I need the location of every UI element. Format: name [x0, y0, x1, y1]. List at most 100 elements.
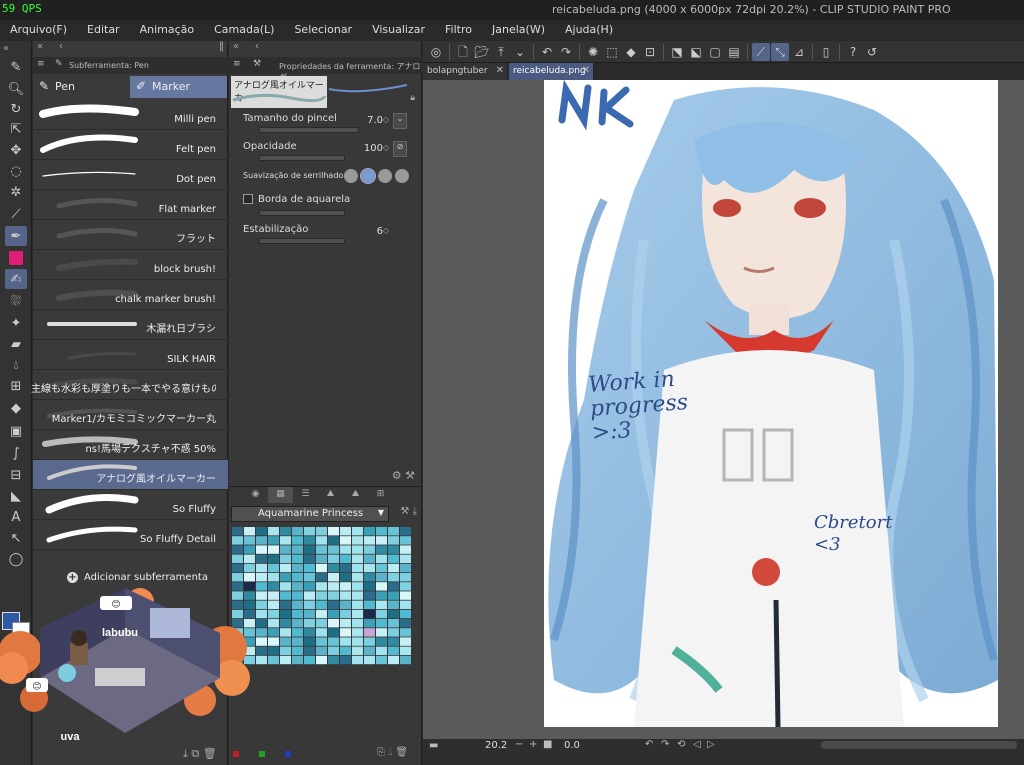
- flip-vertical-icon[interactable]: ▷: [707, 739, 715, 750]
- reset-rotation-icon[interactable]: ⟲: [677, 739, 685, 750]
- color-swatch[interactable]: [292, 655, 303, 665]
- close-icon[interactable]: ✕: [496, 65, 504, 76]
- color-swatch[interactable]: [400, 536, 411, 545]
- color-swatch[interactable]: [328, 563, 339, 573]
- color-swatch[interactable]: [328, 573, 339, 582]
- color-swatch[interactable]: [256, 545, 267, 554]
- color-swatch[interactable]: [352, 619, 363, 628]
- color-swatch[interactable]: [328, 609, 339, 619]
- collapse-icon[interactable]: «: [3, 43, 9, 54]
- menu-file[interactable]: Arquivo(F): [0, 20, 77, 41]
- menu-select[interactable]: Selecionar: [284, 20, 362, 41]
- color-swatch[interactable]: [292, 646, 303, 655]
- smoothing-none-option[interactable]: [344, 169, 358, 183]
- download-icon[interactable]: ⤓: [413, 506, 417, 517]
- color-swatch[interactable]: [376, 609, 387, 619]
- drawing-canvas[interactable]: Work in progress >:3 Cbretort <3: [544, 80, 998, 727]
- color-swatch[interactable]: [388, 646, 399, 655]
- back-icon[interactable]: ‹: [59, 41, 63, 52]
- new-icon[interactable]: ⎘: [377, 747, 385, 758]
- color-swatch[interactable]: [364, 600, 375, 609]
- color-swatch[interactable]: [256, 536, 267, 545]
- spinner-icon[interactable]: ◇: [383, 115, 389, 124]
- color-swatch[interactable]: [352, 536, 363, 545]
- color-swatch[interactable]: [376, 554, 387, 563]
- color-swatch[interactable]: [328, 591, 339, 600]
- color-swatch[interactable]: [304, 655, 315, 665]
- undo-icon[interactable]: ↶: [538, 43, 556, 61]
- color-swatch[interactable]: [340, 655, 351, 665]
- color-swatch[interactable]: [328, 600, 339, 609]
- group-marker[interactable]: ✐ Marker: [130, 76, 227, 98]
- color-swatch[interactable]: [340, 600, 351, 609]
- color-swatch[interactable]: [268, 563, 279, 573]
- color-swatch[interactable]: [376, 619, 387, 628]
- color-swatch[interactable]: [304, 600, 315, 609]
- color-swatch[interactable]: [316, 628, 327, 637]
- clear-icon[interactable]: ⬚: [603, 43, 621, 61]
- color-swatch[interactable]: [268, 582, 279, 591]
- color-swatch[interactable]: [352, 655, 363, 665]
- color-swatch[interactable]: [352, 591, 363, 600]
- color-swatch[interactable]: [388, 637, 399, 646]
- color-swatch[interactable]: [232, 563, 243, 573]
- color-swatch[interactable]: [268, 655, 279, 665]
- fill-tool-icon[interactable]: ⊞: [5, 376, 27, 396]
- color-swatch[interactable]: [256, 554, 267, 563]
- color-swatch[interactable]: [388, 655, 399, 665]
- color-swatch[interactable]: [232, 545, 243, 554]
- brush-item[interactable]: So Fluffy: [33, 490, 228, 520]
- color-swatch[interactable]: [376, 545, 387, 554]
- stabilization-slider[interactable]: [259, 238, 345, 244]
- color-swatch[interactable]: [340, 628, 351, 637]
- color-swatch[interactable]: [340, 536, 351, 545]
- text-tool-icon[interactable]: A: [5, 507, 27, 527]
- move-layer-tool-icon[interactable]: ✥: [5, 140, 27, 160]
- opacity-value[interactable]: 100: [364, 143, 383, 154]
- color-swatch[interactable]: [268, 600, 279, 609]
- color-swatch[interactable]: [352, 573, 363, 582]
- color-swatch[interactable]: [400, 591, 411, 600]
- color-swatch[interactable]: [340, 545, 351, 554]
- snap-icon[interactable]: ▤: [725, 43, 743, 61]
- color-swatch[interactable]: [280, 619, 291, 628]
- zoom-slider-icon[interactable]: ▬: [429, 740, 438, 751]
- brush-item[interactable]: アナログ風オイルマーカー: [33, 460, 228, 490]
- brush-item[interactable]: 主線も水彩も厚塗りも一本でやる意けものブ: [31, 370, 228, 400]
- color-swatch[interactable]: [292, 573, 303, 582]
- new-file-icon[interactable]: 🗋︎: [454, 43, 472, 61]
- color-swatch[interactable]: [340, 527, 351, 536]
- brush-item[interactable]: Flat marker: [33, 190, 228, 220]
- trash-icon[interactable]: 🗑︎: [395, 747, 408, 758]
- smoothing-strong-option[interactable]: [395, 169, 409, 183]
- menu-help[interactable]: Ajuda(H): [555, 20, 623, 41]
- color-swatch[interactable]: [316, 582, 327, 591]
- color-swatch[interactable]: [304, 527, 315, 536]
- color-swatch[interactable]: [244, 573, 255, 582]
- color-swatch[interactable]: [364, 554, 375, 563]
- color-swatch[interactable]: [388, 536, 399, 545]
- color-swatch[interactable]: [400, 628, 411, 637]
- back-icon[interactable]: ‹: [255, 41, 259, 52]
- settings-icon[interactable]: ⚙︎: [392, 469, 402, 482]
- invert-selection-icon[interactable]: ⬕: [687, 43, 705, 61]
- collapse-icon[interactable]: «: [233, 41, 239, 52]
- blend-tool-icon[interactable]: 💧︎: [5, 355, 27, 375]
- color-swatch[interactable]: [376, 582, 387, 591]
- panel-grip-icon[interactable]: ‖: [219, 41, 224, 52]
- color-swatch[interactable]: [268, 591, 279, 600]
- color-swatch[interactable]: [364, 527, 375, 536]
- menu-filter[interactable]: Filtro: [435, 20, 482, 41]
- color-swatch[interactable]: [268, 646, 279, 655]
- color-swatch[interactable]: [292, 637, 303, 646]
- color-swatch[interactable]: [400, 600, 411, 609]
- color-swatch[interactable]: [340, 591, 351, 600]
- color-swatch[interactable]: [304, 637, 315, 646]
- color-swatch[interactable]: [388, 582, 399, 591]
- color-swatch[interactable]: [364, 646, 375, 655]
- magic-wand-tool-icon[interactable]: ✲: [5, 182, 27, 202]
- color-swatch[interactable]: [256, 646, 267, 655]
- color-swatch[interactable]: [352, 628, 363, 637]
- color-swatch[interactable]: [316, 563, 327, 573]
- wrench-icon[interactable]: ⚒: [405, 469, 415, 482]
